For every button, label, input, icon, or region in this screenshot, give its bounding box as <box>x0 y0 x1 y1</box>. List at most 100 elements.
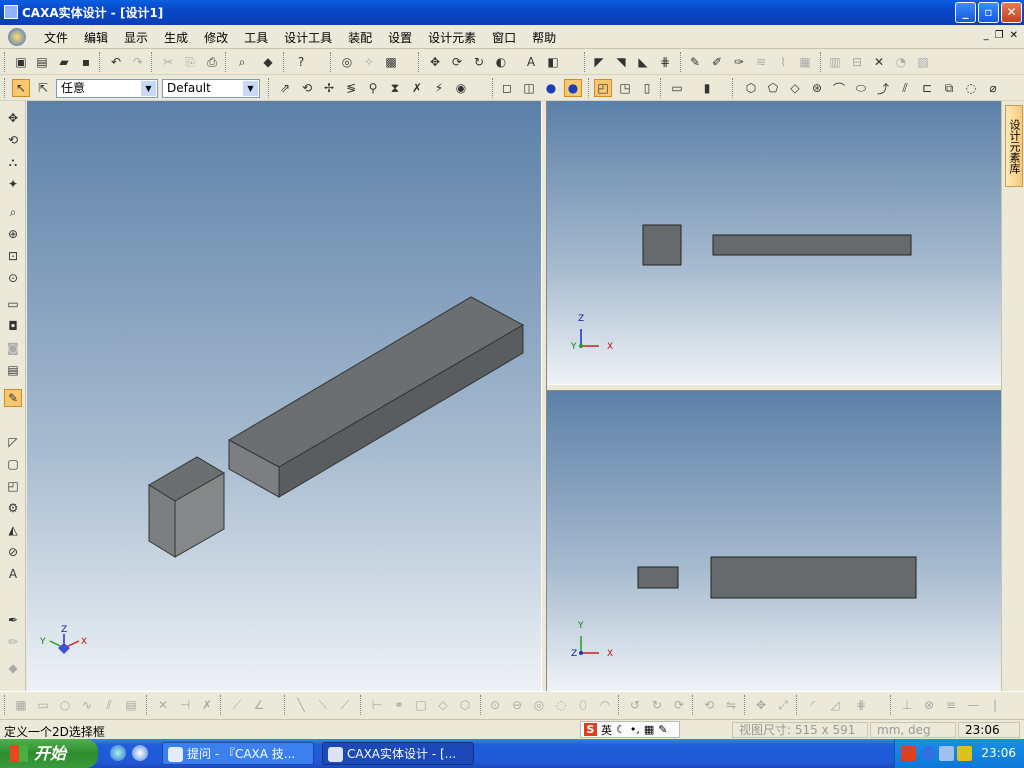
rect-icon[interactable]: ▭ <box>34 696 52 714</box>
pan-icon[interactable]: ✥ <box>4 109 22 127</box>
draw-icon[interactable]: ✎ <box>686 53 704 71</box>
search-parts-icon[interactable]: ⌕ <box>233 53 251 71</box>
hexagon-icon[interactable]: ⬡ <box>456 696 474 714</box>
thread-icon[interactable]: ⧗ <box>386 79 404 97</box>
offset-icon[interactable]: ⫽ <box>896 79 914 97</box>
render-icon[interactable]: ◎ <box>338 53 356 71</box>
horizontal-icon[interactable]: — <box>964 696 982 714</box>
start-button[interactable]: 开始 <box>0 739 98 768</box>
mdi-close-button[interactable]: ✕ <box>1010 30 1018 41</box>
paste-icon[interactable]: ⎙ <box>203 53 221 71</box>
pattern-icon[interactable]: ⋕ <box>656 53 674 71</box>
trim-tool-icon[interactable]: ✗ <box>198 696 216 714</box>
selection-filter-select[interactable]: 任意 ▼ <box>56 79 158 98</box>
smart-dim-icon[interactable]: ◰ <box>4 477 22 495</box>
zoom-icon[interactable]: A <box>522 53 540 71</box>
hidden-line-icon[interactable]: ◫ <box>520 79 538 97</box>
project-icon[interactable]: ⊏ <box>918 79 936 97</box>
extrude-icon[interactable]: ⇗ <box>276 79 294 97</box>
two-point-circle-icon[interactable]: ⊖ <box>508 696 526 714</box>
fillet-curve-icon[interactable]: ◌ <box>962 79 980 97</box>
menu-generate[interactable]: 生成 <box>156 29 196 46</box>
brush-icon[interactable]: ✏ <box>4 633 22 651</box>
toolbar-grip[interactable] <box>4 52 7 72</box>
bend-icon[interactable]: ◉ <box>452 79 470 97</box>
dynamic-rotate-icon[interactable]: ◐ <box>492 53 510 71</box>
shell-icon[interactable]: ◤ <box>590 53 608 71</box>
ellipse-tool-icon[interactable]: ⬯ <box>574 696 592 714</box>
menu-help[interactable]: 帮助 <box>524 29 564 46</box>
walk-icon[interactable]: ⛬ <box>4 153 22 171</box>
offset-tool-icon[interactable]: ⫽ <box>100 696 118 714</box>
undo-icon[interactable]: ↶ <box>107 53 125 71</box>
minimize-button[interactable]: _ <box>955 2 976 23</box>
hole-icon[interactable]: ⚲ <box>364 79 382 97</box>
menu-file[interactable]: 文件 <box>36 29 76 46</box>
boolean-icon[interactable]: ⚡ <box>430 79 448 97</box>
arc-three-point-icon[interactable]: ↻ <box>648 696 666 714</box>
ime-toolbar[interactable]: S 英 ☾ •, ▦ ✎ <box>580 721 680 738</box>
active-tool-icon[interactable]: ✎ <box>4 389 22 407</box>
copy-icon[interactable]: ⎘ <box>181 53 199 71</box>
mirror-icon[interactable]: ⧉ <box>940 79 958 97</box>
diamond-icon[interactable]: ◇ <box>434 696 452 714</box>
constraint-tool-icon[interactable]: ⊢ <box>368 696 386 714</box>
security-shield-icon[interactable] <box>957 746 972 761</box>
link-icon[interactable]: ⚭ <box>390 696 408 714</box>
loft-icon[interactable]: ≶ <box>342 79 360 97</box>
open-folder-icon[interactable]: ▰ <box>55 53 73 71</box>
spline-tool-icon[interactable]: ∿ <box>78 696 96 714</box>
small-cube-solid[interactable] <box>148 456 225 558</box>
window-titlebar[interactable]: CAXA实体设计 - [设计1] _ ▫ ✕ <box>0 0 1024 25</box>
chamfer-2d-icon[interactable]: ◿ <box>826 696 844 714</box>
dimension-icon[interactable]: ⟋ <box>228 696 246 714</box>
ortho-icon[interactable]: ⊥ <box>898 696 916 714</box>
snap-icon[interactable]: ⊗ <box>920 696 938 714</box>
target-icon[interactable]: ⊙ <box>4 269 22 287</box>
color-palette-icon[interactable]: ▮ <box>698 79 716 97</box>
orbit-view-icon[interactable]: ⟲ <box>4 131 22 149</box>
menu-view[interactable]: 显示 <box>116 29 156 46</box>
assembly-icon[interactable]: ▥ <box>826 53 844 71</box>
move-icon[interactable]: ✥ <box>426 53 444 71</box>
menu-design-elements[interactable]: 设计元素 <box>420 29 484 46</box>
surface-finish-icon[interactable]: ◭ <box>4 521 22 539</box>
sweep-icon[interactable]: ✢ <box>320 79 338 97</box>
desktop-quicklaunch-icon[interactable] <box>132 745 148 761</box>
select-filter-icon[interactable]: ⇱ <box>34 79 52 97</box>
zoom-window-icon[interactable]: ⊕ <box>4 225 22 243</box>
move-2d-icon[interactable]: ✥ <box>752 696 770 714</box>
menu-window[interactable]: 窗口 <box>484 29 524 46</box>
main-3d-viewport[interactable]: Z Y X <box>27 101 541 691</box>
import-icon[interactable]: ◆ <box>259 53 277 71</box>
new-document-icon[interactable]: ▣ <box>12 53 30 71</box>
menu-settings[interactable]: 设置 <box>380 29 420 46</box>
spline-icon[interactable]: ⬡ <box>742 79 760 97</box>
sogou-logo-icon[interactable]: S <box>584 723 597 736</box>
camera-lock-icon[interactable]: ◙ <box>4 339 22 357</box>
top-view-viewport[interactable]: Z Y X <box>547 101 1001 384</box>
chamfer-icon[interactable]: ◣ <box>634 53 652 71</box>
realistic-render-icon[interactable]: ● <box>564 79 582 97</box>
measure-icon[interactable]: ◔ <box>892 53 910 71</box>
curve-icon[interactable]: ✑ <box>730 53 748 71</box>
maximize-button[interactable]: ▫ <box>978 2 999 23</box>
toolbar-grip[interactable] <box>4 78 7 98</box>
bar-top-projection[interactable] <box>712 234 912 256</box>
split-icon[interactable]: ✗ <box>408 79 426 97</box>
long-bar-solid[interactable] <box>227 296 525 498</box>
arc-tool-icon[interactable]: ◠ <box>596 696 614 714</box>
camera-rotate-icon[interactable]: ◘ <box>4 317 22 335</box>
menu-design-tools[interactable]: 设计工具 <box>276 29 340 46</box>
gear-icon[interactable]: ⚙ <box>4 499 22 517</box>
back-arrow-icon[interactable] <box>921 746 936 761</box>
chevron-down-icon[interactable]: ▼ <box>243 81 258 96</box>
polyline-icon[interactable]: ⟍ <box>314 696 332 714</box>
array-2d-icon[interactable]: ⋕ <box>852 696 870 714</box>
toolbar-grip[interactable] <box>4 695 7 715</box>
mdi-minimize-button[interactable]: _ <box>984 30 989 41</box>
close-button[interactable]: ✕ <box>1001 2 1022 23</box>
style-select[interactable]: Default ▼ <box>162 79 260 98</box>
menu-assembly[interactable]: 装配 <box>340 29 380 46</box>
line-icon[interactable]: ⤴ <box>874 79 892 97</box>
